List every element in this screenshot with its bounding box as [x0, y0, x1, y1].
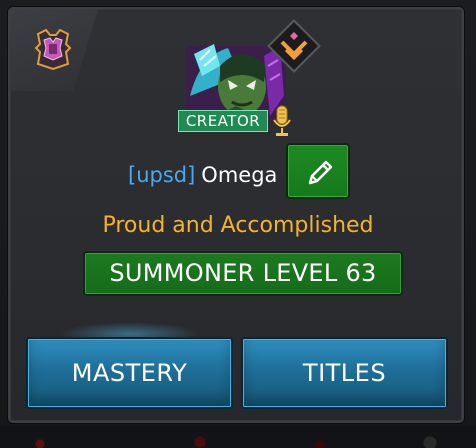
alliance-tag: [upsd] — [128, 163, 196, 187]
creator-badge: CREATOR — [178, 110, 268, 132]
rank-diamond-icon — [267, 19, 321, 73]
microphone-icon — [273, 105, 291, 136]
background-scenery — [0, 426, 476, 448]
mastery-button[interactable]: MASTERY — [26, 337, 233, 409]
edit-name-button[interactable] — [286, 143, 350, 199]
pencil-icon — [308, 160, 333, 185]
summoner-level-badge: SUMMONER LEVEL 63 — [83, 251, 403, 296]
alliance-crest-icon — [34, 28, 72, 71]
player-title: Proud and Accomplished — [102, 213, 374, 238]
titles-button[interactable]: TITLES — [241, 337, 448, 409]
player-name-row: [upsd] Omega — [128, 160, 277, 190]
player-name: Omega — [201, 163, 278, 187]
